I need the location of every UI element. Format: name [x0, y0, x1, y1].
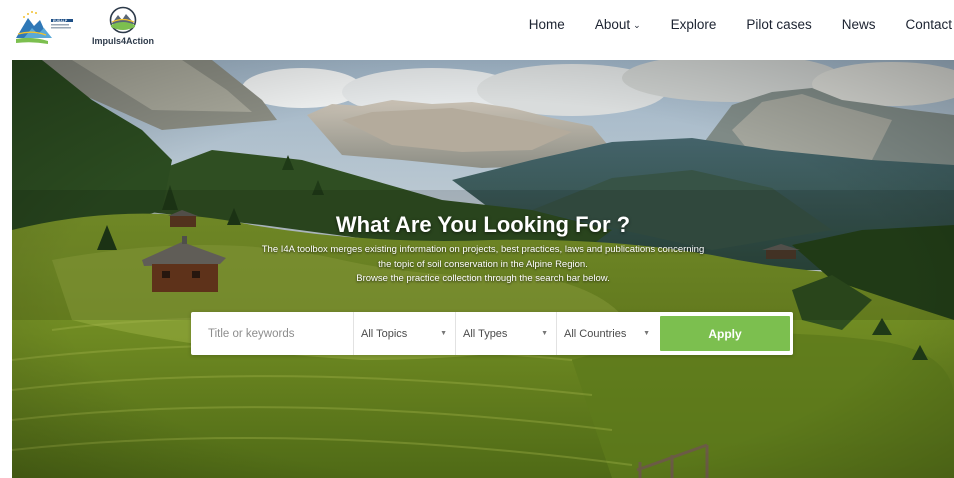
search-bar: All Topics ▼ All Types ▼ All Countries ▼… [191, 312, 793, 355]
countries-select[interactable]: All Countries ▼ [556, 312, 658, 355]
nav-pilot-cases[interactable]: Pilot cases [731, 17, 826, 32]
impuls4action-logo[interactable]: Impuls4Action [90, 6, 156, 48]
caret-down-icon: ▼ [643, 330, 650, 337]
apply-button[interactable]: Apply [660, 316, 790, 351]
main-nav: Home About ⌄ Explore Pilot cases News Con… [514, 17, 952, 32]
countries-select-value: All Countries [564, 327, 627, 340]
topics-select[interactable]: All Topics ▼ [353, 312, 455, 355]
nav-explore[interactable]: Explore [656, 17, 732, 32]
caret-down-icon: ▼ [541, 330, 548, 337]
hero-description-line: The I4A toolbox merges existing informat… [261, 244, 705, 255]
site-header: EUSALP Impuls4Action Home About ⌄ Explore… [0, 0, 954, 56]
search-input[interactable] [191, 312, 353, 355]
types-select-value: All Types [463, 327, 508, 340]
types-select[interactable]: All Types ▼ [455, 312, 556, 355]
caret-down-icon: ▼ [440, 330, 447, 337]
hero-description-line: Browse the practice collection through t… [356, 273, 610, 284]
nav-contact[interactable]: Contact [890, 17, 952, 32]
eusalp-logo[interactable]: EUSALP [14, 8, 76, 48]
nav-home[interactable]: Home [514, 17, 580, 32]
logo-eusalp-text: EUSALP [53, 19, 68, 23]
chevron-down-icon: ⌄ [633, 20, 641, 30]
topics-select-value: All Topics [361, 327, 408, 340]
impuls4action-logo-text: Impuls4Action [91, 36, 154, 46]
hero-title: What Are You Looking For ? [335, 212, 631, 237]
nav-about[interactable]: About ⌄ [580, 17, 656, 32]
hero-description: The I4A toolbox merges existing informat… [172, 243, 794, 287]
nav-news[interactable]: News [827, 17, 891, 32]
hero-description-line: the topic of soil conservation in the Al… [378, 258, 588, 270]
hero-banner: What Are You Looking For ? The I4A toolb… [12, 60, 954, 478]
